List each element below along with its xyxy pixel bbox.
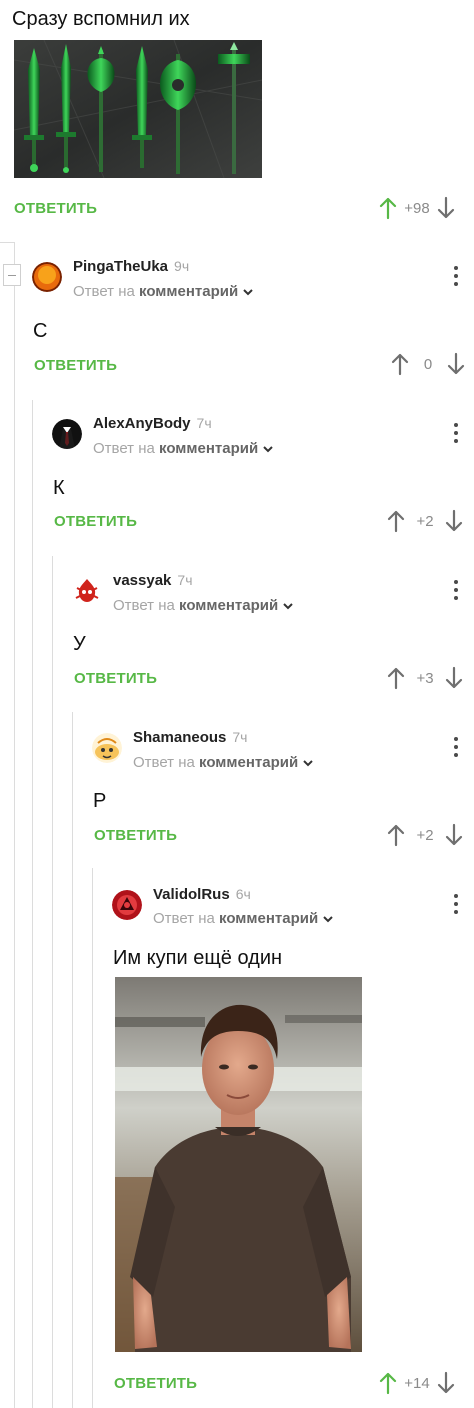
arrow-up-icon[interactable] (390, 352, 410, 376)
arrow-down-icon[interactable] (446, 352, 466, 376)
more-vertical-icon[interactable] (453, 894, 459, 916)
reply-button[interactable]: ОТВЕТИТЬ (54, 513, 137, 530)
avatar[interactable] (72, 576, 102, 606)
username[interactable]: Shamaneous (133, 729, 226, 746)
reply-to-prefix: Ответ на (113, 597, 175, 614)
more-vertical-icon[interactable] (453, 423, 459, 445)
reply-to-target: комментарий (199, 754, 299, 771)
post-text: Сразу вспомнил их (12, 8, 190, 30)
comment-score: 0 (423, 355, 433, 373)
post-reply-button[interactable]: ОТВЕТИТЬ (14, 200, 97, 217)
comment-text: Р (93, 790, 107, 812)
arrow-down-icon[interactable] (436, 1371, 456, 1395)
more-vertical-icon[interactable] (453, 580, 459, 602)
thread-guide (72, 712, 73, 1408)
vote-block: +2 (386, 823, 464, 847)
reply-button[interactable]: ОТВЕТИТЬ (114, 1375, 197, 1392)
vote-block: 0 (390, 352, 466, 376)
reply-to-link[interactable]: Ответ на комментарий (73, 283, 254, 300)
arrow-up-icon[interactable] (386, 509, 406, 533)
reply-button[interactable]: ОТВЕТИТЬ (94, 827, 177, 844)
comment-time: 7ч (232, 729, 248, 745)
thread-guide (32, 400, 33, 1408)
arrow-down-icon[interactable] (436, 196, 456, 220)
reply-to-link[interactable]: Ответ на комментарий (133, 754, 314, 771)
reply-button[interactable]: ОТВЕТИТЬ (34, 357, 117, 374)
comment-text: К (53, 477, 65, 499)
comment-header: AlexAnyBody 7ч (93, 415, 212, 433)
reply-to-prefix: Ответ на (73, 283, 135, 300)
thread-guide (0, 242, 14, 243)
comment-text: У (73, 633, 86, 655)
arrow-up-icon[interactable] (378, 1371, 398, 1395)
arrow-up-icon[interactable] (386, 666, 406, 690)
avatar[interactable] (92, 733, 122, 763)
reply-button[interactable]: ОТВЕТИТЬ (74, 670, 157, 687)
vote-block: +14 (378, 1371, 456, 1395)
collapse-thread-icon[interactable] (3, 264, 21, 286)
avatar[interactable] (32, 262, 62, 292)
more-vertical-icon[interactable] (453, 266, 459, 288)
portrait-photo (115, 977, 362, 1352)
vote-block: +3 (386, 666, 464, 690)
reply-to-prefix: Ответ на (93, 440, 155, 457)
comment-text: Им купи ещё один (113, 947, 283, 969)
weapons-illustration (14, 40, 262, 178)
reply-to-target: комментарий (179, 597, 279, 614)
post-vote-block: +98 (378, 196, 456, 220)
username[interactable]: ValidolRus (153, 886, 230, 903)
comment-score: +2 (416, 512, 434, 530)
reply-to-link[interactable]: Ответ на комментарий (93, 440, 274, 457)
reply-to-target: комментарий (219, 910, 319, 927)
comment-score: +2 (416, 826, 434, 844)
username[interactable]: vassyak (113, 572, 171, 589)
avatar[interactable] (52, 419, 82, 449)
comment-image-portrait[interactable] (115, 977, 362, 1352)
arrow-up-icon[interactable] (386, 823, 406, 847)
thread-guide (52, 556, 53, 1408)
chevron-down-icon (323, 916, 333, 923)
thread-guide (92, 868, 93, 1408)
post-image-weapons[interactable] (14, 40, 262, 178)
comment-time: 9ч (174, 258, 190, 274)
chevron-down-icon (283, 603, 293, 610)
reply-to-prefix: Ответ на (133, 754, 195, 771)
arrow-down-icon[interactable] (444, 509, 464, 533)
avatar[interactable] (112, 890, 142, 920)
reply-to-target: комментарий (159, 440, 259, 457)
comment-header: vassyak 7ч (113, 572, 193, 590)
comment-header: Shamaneous 7ч (133, 729, 247, 747)
username[interactable]: PingaTheUka (73, 258, 168, 275)
chevron-down-icon (303, 760, 313, 767)
reply-to-target: комментарий (139, 283, 239, 300)
reply-to-link[interactable]: Ответ на комментарий (153, 910, 334, 927)
chevron-down-icon (243, 289, 253, 296)
arrow-up-icon[interactable] (378, 196, 398, 220)
reply-to-prefix: Ответ на (153, 910, 215, 927)
comment-text: С (33, 320, 48, 342)
chevron-down-icon (263, 446, 273, 453)
comment-time: 7ч (196, 415, 212, 431)
comment-header: ValidolRus 6ч (153, 886, 251, 904)
vote-block: +2 (386, 509, 464, 533)
arrow-down-icon[interactable] (444, 666, 464, 690)
more-vertical-icon[interactable] (453, 737, 459, 759)
comment-header: PingaTheUka 9ч (73, 258, 189, 276)
comment-time: 6ч (235, 886, 251, 902)
thread-guide (14, 242, 15, 1408)
reply-to-link[interactable]: Ответ на комментарий (113, 597, 294, 614)
arrow-down-icon[interactable] (444, 823, 464, 847)
comment-score: +14 (404, 1374, 430, 1392)
post-score: +98 (404, 199, 430, 217)
username[interactable]: AlexAnyBody (93, 415, 191, 432)
comment-time: 7ч (177, 572, 193, 588)
comment-score: +3 (416, 669, 434, 687)
